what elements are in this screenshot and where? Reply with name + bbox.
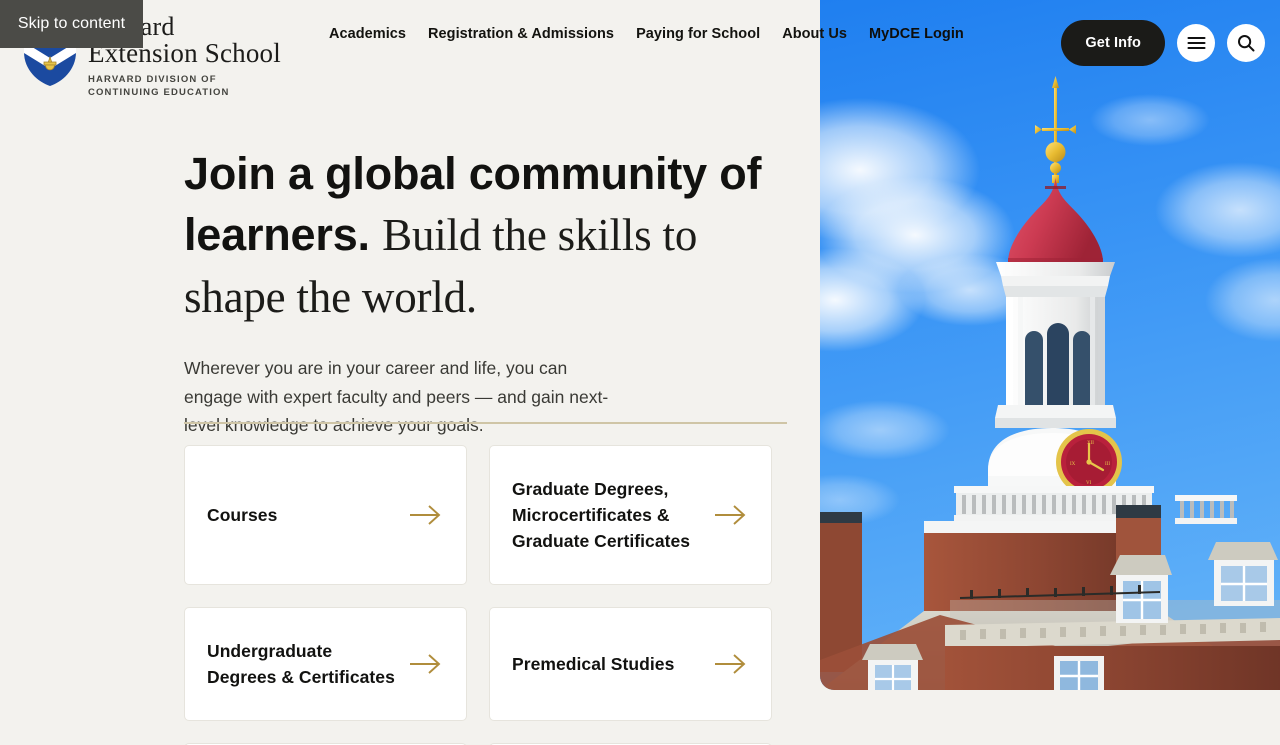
header-actions: Get Info: [1061, 20, 1265, 66]
nav-item-about-us[interactable]: About Us: [771, 26, 858, 42]
arrow-right-icon: [715, 505, 746, 525]
nav-item-paying[interactable]: Paying for School: [625, 26, 771, 42]
arrow-right-icon: [715, 654, 746, 674]
card-label: Courses: [207, 505, 278, 525]
svg-text:III: III: [1105, 462, 1110, 467]
site-header: Harvard Extension School HARVARD DIVISIO…: [0, 0, 1280, 100]
nav-item-academics[interactable]: Academics: [329, 26, 417, 42]
svg-text:VI: VI: [1086, 481, 1092, 486]
nav-item-registration[interactable]: Registration & Admissions: [417, 26, 625, 42]
hero-divider: [184, 422, 787, 424]
card-undergraduate-degrees[interactable]: Undergraduate Degrees & Certificates: [184, 607, 467, 721]
card-graduate-degrees[interactable]: Graduate Degrees, Microcertificates & Gr…: [489, 445, 772, 585]
primary-navigation: Academics Registration & Admissions Payi…: [329, 26, 975, 42]
search-icon: [1238, 35, 1255, 52]
hamburger-menu-icon: [1186, 36, 1206, 50]
brand-subtitle-2: CONTINUING EDUCATION: [88, 86, 230, 98]
hero-description: Wherever you are in your career and life…: [184, 358, 609, 435]
skip-to-content-link[interactable]: Skip to content: [0, 0, 143, 48]
brand-subtitle: HARVARD DIVISION OF CONTINUING EDUCATION: [88, 74, 281, 99]
menu-button[interactable]: [1177, 24, 1215, 62]
svg-text:IX: IX: [1070, 462, 1076, 467]
card-courses[interactable]: Courses: [184, 445, 467, 585]
arrow-right-icon: [410, 505, 441, 525]
search-button[interactable]: [1227, 24, 1265, 62]
page-title: Join a global community of learners. Bui…: [184, 143, 788, 328]
nav-item-mydce-login[interactable]: MyDCE Login: [858, 26, 975, 42]
card-label: Undergraduate Degrees & Certificates: [207, 641, 395, 687]
hero-content: Join a global community of learners. Bui…: [184, 143, 788, 440]
card-label: Premedical Studies: [512, 654, 675, 674]
hero-image: XII III VI IX: [820, 0, 1280, 690]
card-label: Graduate Degrees, Microcertificates & Gr…: [512, 479, 691, 551]
svg-text:XII: XII: [1087, 441, 1094, 446]
arrow-right-icon: [410, 654, 441, 674]
card-premedical-studies[interactable]: Premedical Studies: [489, 607, 772, 721]
quick-links-card-grid: Courses Graduate Degrees, Microcertifica…: [184, 445, 788, 721]
brand-subtitle-1: HARVARD DIVISION OF: [88, 74, 217, 85]
get-info-button[interactable]: Get Info: [1061, 20, 1165, 66]
